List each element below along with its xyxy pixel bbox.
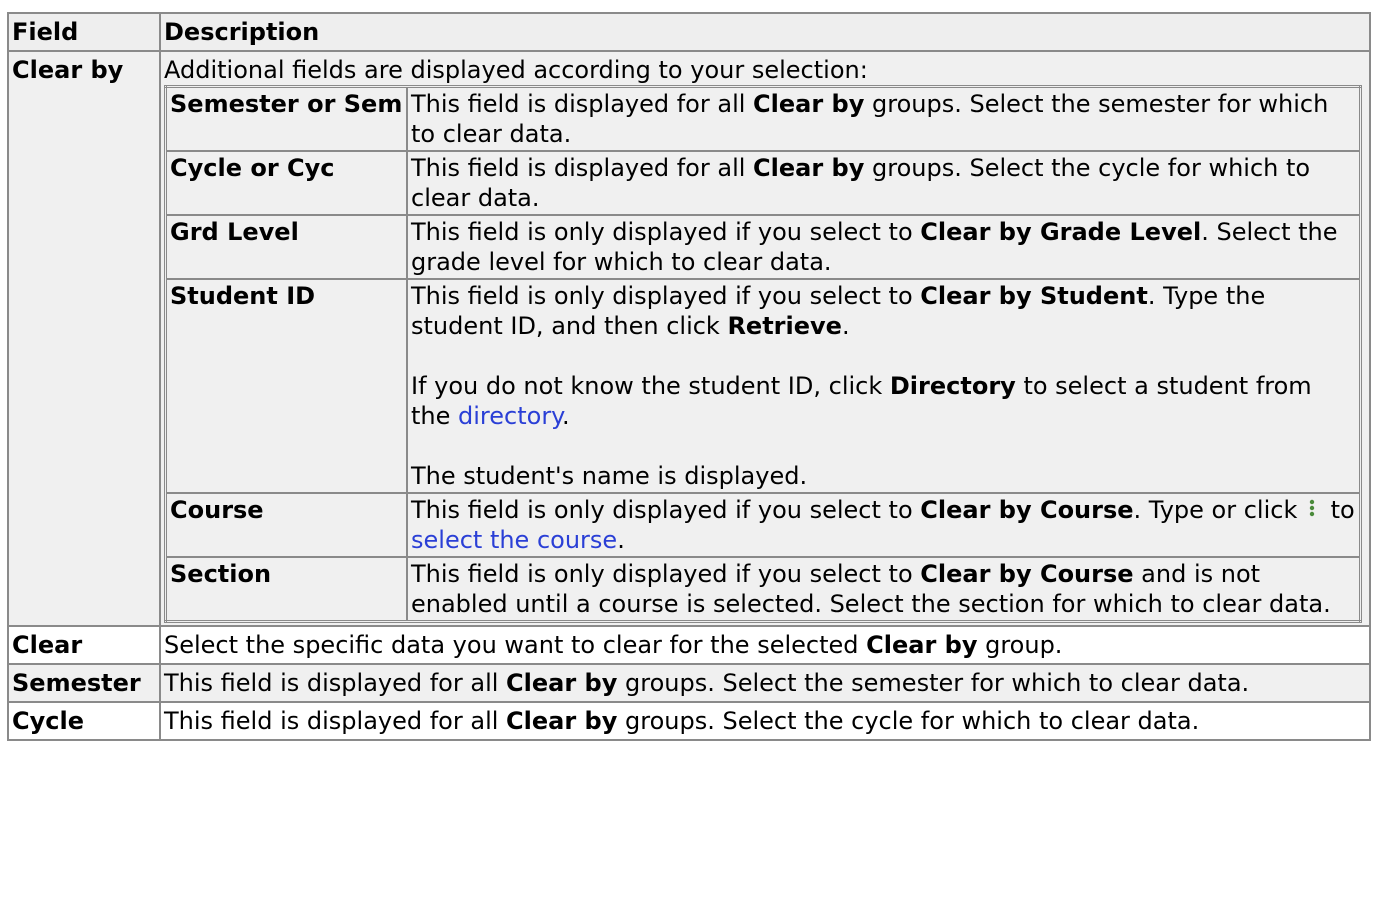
subfield-row-cycle: Cycle or Cyc This field is displayed for…: [164, 150, 1362, 216]
subfield-desc-cycle: This field is displayed for all Clear by…: [406, 150, 1362, 216]
subfield-name-cycle: Cycle or Cyc: [164, 150, 408, 216]
subfield-name-grd-level: Grd Level: [164, 214, 408, 280]
text: groups. Select the semester for which to…: [617, 669, 1250, 697]
description-cycle: This field is displayed for all Clear by…: [159, 701, 1371, 741]
bold-text: Clear by: [753, 154, 865, 182]
header-field: Field: [7, 12, 161, 52]
text: This field is only displayed if you sele…: [411, 218, 921, 246]
text: This field is displayed for all: [164, 707, 507, 735]
subfield-row-semester: Semester or Sem This field is displayed …: [164, 85, 1362, 152]
subfield-desc-student-id: This field is only displayed if you sele…: [406, 278, 1362, 494]
field-name-clear: Clear: [7, 625, 161, 665]
header-description: Description: [159, 12, 1371, 52]
subfield-row-grd-level: Grd Level This field is only displayed i…: [164, 214, 1362, 280]
subfield-desc-course: This field is only displayed if you sele…: [406, 492, 1362, 558]
description-clear: Select the specific data you want to cle…: [159, 625, 1371, 665]
text: Select the specific data you want to cle…: [164, 631, 867, 659]
description-clear-by: Additional fields are displayed accordin…: [159, 50, 1371, 627]
description-semester: This field is displayed for all Clear by…: [159, 663, 1371, 703]
text: group.: [977, 631, 1063, 659]
subfield-row-student-id: Student ID This field is only displayed …: [164, 278, 1362, 494]
bold-text: Retrieve: [727, 312, 842, 340]
bold-text: Clear by Student: [920, 282, 1148, 310]
text: groups. Select the cycle for which to cl…: [617, 707, 1200, 735]
bold-text: Clear by Grade Level: [920, 218, 1202, 246]
field-name-semester: Semester: [7, 663, 161, 703]
bold-text: Clear by Course: [920, 496, 1134, 524]
field-table: Field Description Clear by Additional fi…: [7, 12, 1371, 741]
subfield-desc-grd-level: This field is only displayed if you sele…: [406, 214, 1362, 280]
text: . Type or click: [1133, 496, 1305, 524]
directory-link[interactable]: directory: [458, 402, 562, 430]
field-name-cycle: Cycle: [7, 701, 161, 741]
student-id-paragraph-2: If you do not know the student ID, click…: [411, 371, 1356, 431]
bold-text: Directory: [889, 372, 1016, 400]
field-description-document: Field Description Clear by Additional fi…: [7, 12, 1371, 741]
bold-text: Clear by: [753, 90, 865, 118]
select-course-link[interactable]: select the course: [411, 526, 617, 554]
text: This field is only displayed if you sele…: [411, 282, 921, 310]
text: .: [841, 312, 850, 340]
text: .: [561, 402, 570, 430]
subfield-desc-section: This field is only displayed if you sele…: [406, 556, 1362, 623]
table-header-row: Field Description: [7, 12, 1371, 52]
subfield-row-section: Section This field is only displayed if …: [164, 556, 1362, 623]
student-id-paragraph-3: The student's name is displayed.: [411, 462, 808, 490]
subfield-desc-semester: This field is displayed for all Clear by…: [406, 85, 1362, 152]
subfield-row-course: Course This field is only displayed if y…: [164, 492, 1362, 558]
text: If you do not know the student ID, click: [411, 372, 890, 400]
field-name-clear-by: Clear by: [7, 50, 161, 627]
clear-by-intro: Additional fields are displayed accordin…: [164, 56, 868, 84]
row-clear: Clear Select the specific data you want …: [7, 625, 1371, 665]
row-clear-by: Clear by Additional fields are displayed…: [7, 50, 1371, 627]
text: This field is only displayed if you sele…: [411, 560, 921, 588]
text: This field is displayed for all: [411, 154, 754, 182]
clear-by-subfields-table: Semester or Sem This field is displayed …: [164, 85, 1362, 623]
row-semester: Semester This field is displayed for all…: [7, 663, 1371, 703]
subfield-name-semester: Semester or Sem: [164, 85, 408, 152]
text: to: [1323, 496, 1355, 524]
bold-text: Clear by Course: [920, 560, 1134, 588]
student-id-paragraph-1: This field is only displayed if you sele…: [411, 281, 1356, 341]
text: This field is only displayed if you sele…: [411, 496, 921, 524]
row-cycle: Cycle This field is displayed for all Cl…: [7, 701, 1371, 741]
bold-text: Clear by: [506, 707, 618, 735]
subfield-name-student-id: Student ID: [164, 278, 408, 494]
text: This field is displayed for all: [164, 669, 507, 697]
subfield-name-course: Course: [164, 492, 408, 558]
text: This field is displayed for all: [411, 90, 754, 118]
bold-text: Clear by: [506, 669, 618, 697]
kebab-menu-icon[interactable]: [1307, 497, 1317, 519]
text: .: [617, 526, 625, 554]
bold-text: Clear by: [866, 631, 978, 659]
subfield-name-section: Section: [164, 556, 408, 623]
